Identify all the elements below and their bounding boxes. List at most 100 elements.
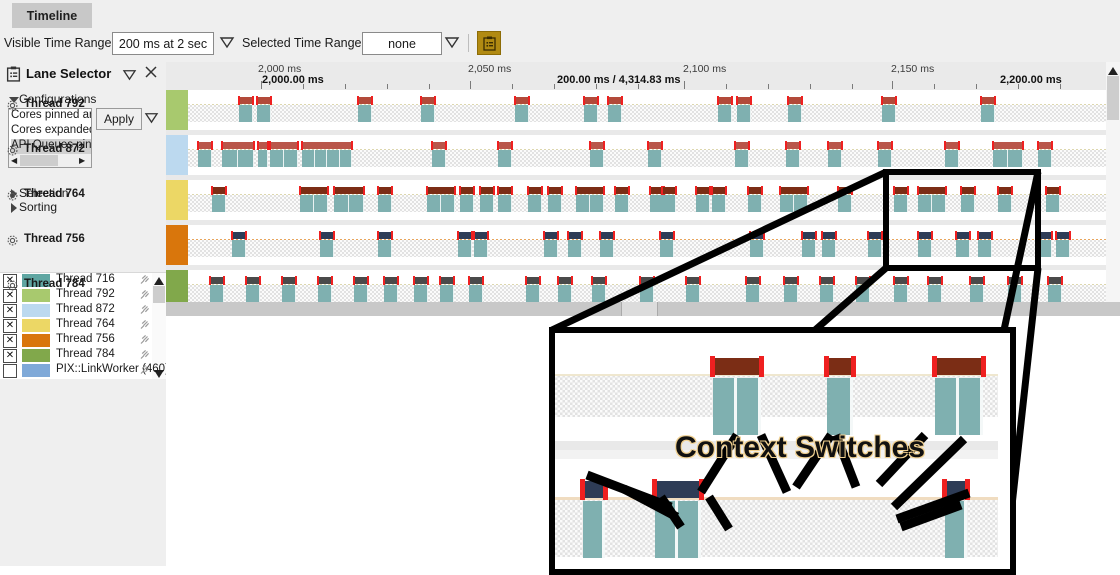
timeline-event[interactable] <box>659 231 675 258</box>
timeline-event[interactable] <box>575 186 605 213</box>
timeline-event[interactable] <box>197 141 213 168</box>
timeline-event[interactable] <box>1037 141 1053 168</box>
timeline-event[interactable] <box>661 186 677 213</box>
timeline-event[interactable] <box>779 186 809 213</box>
timeline-event[interactable] <box>281 276 297 303</box>
timeline-event[interactable] <box>357 96 373 123</box>
timeline-event[interactable] <box>980 96 996 123</box>
thread-visibility-checkbox[interactable]: ✕ <box>3 319 17 333</box>
thread-visibility-checkbox[interactable]: ✕ <box>3 334 17 348</box>
timeline-event[interactable] <box>525 276 541 303</box>
timeline-event[interactable] <box>1047 276 1063 303</box>
timeline-event[interactable] <box>459 186 475 213</box>
timeline-event[interactable] <box>413 276 429 303</box>
pin-icon[interactable] <box>139 364 150 376</box>
timeline-event[interactable] <box>944 141 960 168</box>
timeline-lane[interactable]: Thread 764 <box>7 180 1106 225</box>
timeline-event[interactable] <box>960 186 976 213</box>
timeline-event[interactable] <box>317 276 333 303</box>
timeline-event[interactable] <box>319 231 335 258</box>
timeline-event[interactable] <box>607 96 623 123</box>
timeline-event[interactable] <box>717 96 733 123</box>
timeline-event[interactable] <box>695 186 711 213</box>
lane-label[interactable]: Thread 756 <box>0 233 160 249</box>
gear-icon[interactable] <box>6 234 19 247</box>
timeline-event[interactable] <box>353 276 369 303</box>
scrollbar-thumb[interactable] <box>1107 76 1119 120</box>
timeline-event[interactable] <box>377 231 393 258</box>
timeline-event[interactable] <box>837 186 853 213</box>
timeline-event[interactable] <box>785 141 801 168</box>
timeline-event[interactable] <box>639 276 655 303</box>
timeline-event[interactable] <box>457 231 473 258</box>
timeline-event[interactable] <box>855 276 871 303</box>
timeline-event[interactable] <box>927 276 943 303</box>
lane-label[interactable]: Thread 872 <box>0 143 160 159</box>
timeline-event[interactable] <box>431 141 447 168</box>
timeline-event[interactable] <box>256 96 272 123</box>
timeline-event[interactable] <box>745 276 761 303</box>
timeline-event[interactable] <box>1007 276 1023 303</box>
timeline-event[interactable] <box>734 141 750 168</box>
gear-icon[interactable] <box>6 189 19 202</box>
timeline-vscrollbar[interactable] <box>1106 62 1120 314</box>
timeline-event[interactable] <box>479 186 495 213</box>
pin-icon[interactable] <box>139 319 150 331</box>
thread-visibility-checkbox[interactable] <box>3 364 17 378</box>
timeline-event[interactable] <box>497 141 513 168</box>
timeline-event[interactable] <box>599 231 615 258</box>
thread-list-item[interactable]: ✕ Thread 756 <box>0 333 166 348</box>
thread-visibility-checkbox[interactable]: ✕ <box>3 349 17 363</box>
timeline-event[interactable] <box>787 96 803 123</box>
timeline-event[interactable] <box>1037 231 1053 258</box>
lane-label[interactable]: Thread 764 <box>0 188 160 204</box>
timeline-lane[interactable]: Thread 756 <box>7 225 1106 270</box>
timeline-event[interactable] <box>821 231 837 258</box>
timeline-event[interactable] <box>801 231 817 258</box>
config-item-1[interactable]: Cores expanded <box>11 124 91 139</box>
selected-time-range-input[interactable]: none <box>362 32 442 55</box>
visible-time-range-input[interactable]: 200 ms at 2 sec <box>112 32 214 55</box>
timeline-event[interactable] <box>997 186 1013 213</box>
timeline-ruler[interactable]: 2,000 ms 2,050 ms 2,100 ms 2,150 ms 2,000.00… <box>166 62 1106 90</box>
clipboard-button[interactable] <box>477 31 501 55</box>
timeline-event[interactable] <box>231 231 247 258</box>
gear-icon[interactable] <box>6 144 19 157</box>
thread-list-item[interactable]: ✕ Thread 872 <box>0 303 166 318</box>
timeline-lane[interactable]: Thread 792 <box>7 90 1106 135</box>
timeline-event[interactable] <box>301 141 353 168</box>
timeline-event[interactable] <box>1055 231 1071 258</box>
lane-selector-collapse-icon[interactable] <box>122 68 137 84</box>
pin-icon[interactable] <box>139 334 150 346</box>
selected-time-range-dropdown-icon[interactable] <box>444 35 460 49</box>
timeline-event[interactable] <box>383 276 399 303</box>
timeline-event[interactable] <box>685 276 701 303</box>
timeline-event[interactable] <box>420 96 436 123</box>
timeline-event[interactable] <box>497 186 513 213</box>
timeline-event[interactable] <box>591 276 607 303</box>
timeline-event[interactable] <box>567 231 583 258</box>
timeline-event[interactable] <box>426 186 456 213</box>
timeline-event[interactable] <box>245 276 261 303</box>
timeline-event[interactable] <box>377 186 393 213</box>
timeline-event[interactable] <box>736 96 752 123</box>
lane-label[interactable]: Thread 784 <box>0 278 160 294</box>
timeline-event[interactable] <box>877 141 893 168</box>
timeline-event[interactable] <box>527 186 543 213</box>
timeline-event[interactable] <box>917 231 933 258</box>
timeline-event[interactable] <box>893 276 909 303</box>
tab-timeline[interactable]: Timeline <box>12 3 92 28</box>
thread-list-item[interactable]: PIX::LinkWorker (460) <box>0 363 169 378</box>
timeline-event[interactable] <box>299 186 329 213</box>
timeline-event[interactable] <box>827 141 843 168</box>
timeline-event[interactable] <box>749 231 765 258</box>
timeline-hscrollbar[interactable] <box>166 302 1120 316</box>
timeline-event[interactable] <box>881 96 897 123</box>
lane-label[interactable]: Thread 792 <box>0 98 160 114</box>
timeline-event[interactable] <box>819 276 835 303</box>
timeline-event[interactable] <box>468 276 484 303</box>
timeline-event[interactable] <box>238 96 254 123</box>
timeline-lane[interactable]: Thread 872 <box>7 135 1106 180</box>
timeline-event[interactable] <box>614 186 630 213</box>
timeline-event[interactable] <box>514 96 530 123</box>
